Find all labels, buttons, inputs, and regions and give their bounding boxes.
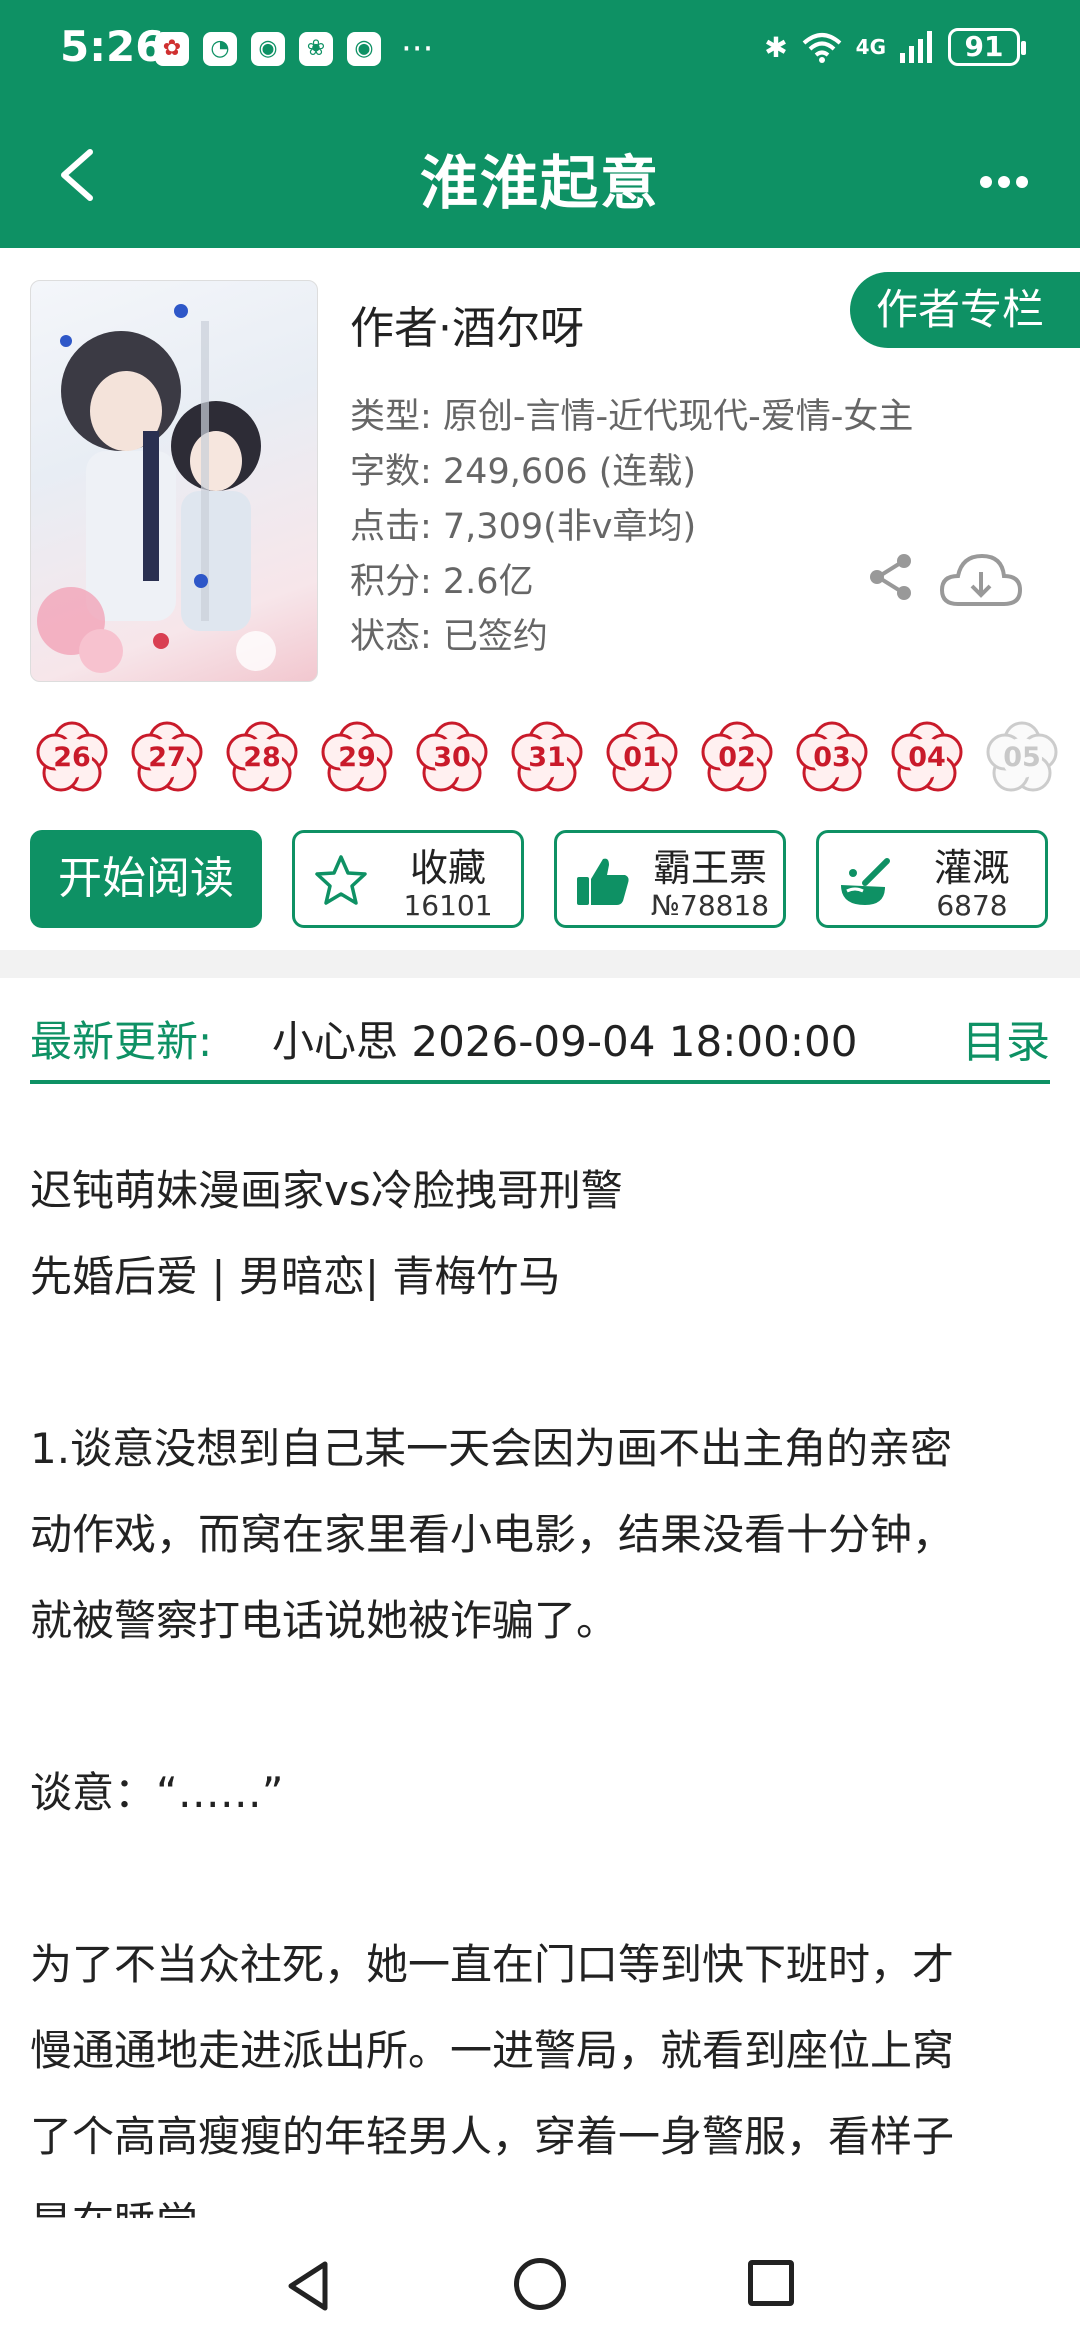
description-line [30, 1664, 1050, 1750]
update-calendar: 26 27 28 29 30 31 01 02 03 04 05 [34, 720, 1060, 796]
page-title: 淮淮起意 [419, 149, 660, 217]
action-row: 开始阅读 收藏 16101 霸王票 №78818 灌溉 6878 [30, 830, 1050, 930]
author-name[interactable]: 作者·酒尔呀 [350, 292, 584, 356]
system-nav-bar [0, 2218, 1080, 2340]
more-menu-button[interactable] [978, 150, 1030, 201]
update-day-upcoming: 05 [984, 720, 1060, 796]
table-of-contents-button[interactable]: 目录 [962, 1006, 1050, 1070]
share-icon [870, 554, 911, 600]
description-line [30, 1320, 1050, 1406]
description-line: 迟钝萌妹漫画家vs冷脸拽哥刑警 [30, 1166, 623, 1215]
signal-icon [900, 31, 932, 63]
book-info-card: 作者·酒尔呀 作者专栏 类型: 原创-言情-近代现代-爱情-女主 字数: 249… [0, 250, 1080, 950]
status-time: 5:26 [60, 22, 165, 71]
thumbs-up-icon [577, 858, 629, 905]
update-day: 03 [794, 720, 870, 796]
wifi-icon [802, 33, 841, 63]
status-bar: 5:26 ✿ ◔ ◉ ❀ ◉ ··· ✱ 4G 91 [0, 0, 1080, 100]
cloud-download-icon [939, 553, 1023, 606]
description-line: 1.谈意没想到自己某一天会因为画不出主角的亲密 [30, 1424, 953, 1473]
description-line: 先婚后爱 | 男暗恋| 青梅竹马 [30, 1252, 561, 1301]
favorite-label: 收藏 [409, 846, 486, 890]
author-column-button[interactable]: 作者专栏 [850, 272, 1080, 348]
nutrient-button[interactable]: 灌溉 6878 [816, 830, 1048, 928]
latest-chapter-link[interactable]: 小心思 2026-09-04 18:00:00 [272, 1008, 882, 1069]
book-cover[interactable] [30, 280, 318, 682]
latest-update-bar: 最新更新: 小心思 2026-09-04 18:00:00 目录 [0, 978, 1080, 1110]
update-day: 04 [889, 720, 965, 796]
network-type: 4G [855, 35, 886, 59]
download-button[interactable] [938, 548, 1024, 612]
star-icon [315, 855, 367, 905]
update-day: 30 [414, 720, 490, 796]
description-line: 就被警察打电话说她被诈骗了。 [30, 1596, 619, 1645]
meta-type: 类型: 原创-言情-近代现代-爱情-女主 [350, 397, 914, 437]
nav-home-button[interactable] [514, 2258, 566, 2310]
meta-points: 积分: 2.6亿 [350, 562, 534, 602]
more-notifications-icon: ··· [401, 29, 434, 69]
update-day: 27 [129, 720, 205, 796]
tickets-label: 霸王票 [652, 846, 767, 890]
tickets-count: №78818 [650, 889, 770, 922]
update-day: 26 [34, 720, 110, 796]
huawei-app-icon: ✿ [155, 32, 189, 66]
section-divider [0, 950, 1080, 978]
share-button[interactable] [866, 552, 916, 602]
wechat-icon: ◔ [203, 32, 237, 66]
nutrient-count: 6878 [936, 889, 1008, 922]
description-line: 为了不当众社死，她一直在门口等到快下班时，才 [30, 1940, 955, 1989]
book-description: 迟钝萌妹漫画家vs冷脸拽哥刑警 先婚后爱 | 男暗恋| 青梅竹马 1.谈意没想到… [30, 1148, 1050, 2218]
book-meta: 类型: 原创-言情-近代现代-爱情-女主 字数: 249,606 (连载) 点击… [350, 390, 913, 665]
title-bar: 淮淮起意 [0, 100, 1080, 248]
browser-icon: ◉ [251, 32, 285, 66]
description-line: 谈意：“……” [30, 1768, 284, 1817]
meta-status: 状态: 已签约 [350, 617, 548, 657]
description-line: 了个高高瘦瘦的年轻男人，穿着一身警服，看样子 [30, 2112, 955, 2161]
cover-illustration [37, 304, 276, 673]
update-day: 28 [224, 720, 300, 796]
bluetooth-icon: ✱ [764, 30, 788, 64]
nav-back-button[interactable] [285, 2260, 333, 2312]
browser-icon-2: ◉ [347, 32, 381, 66]
status-right: ✱ 4G 91 [764, 28, 1026, 66]
more-dots-icon [980, 176, 1028, 188]
description-line: 动作戏，而窝在家里看小电影，结果没看十分钟， [30, 1510, 955, 1559]
favorite-count: 16101 [403, 889, 493, 922]
favorite-button[interactable]: 收藏 16101 [292, 830, 524, 928]
nav-recents-button[interactable] [748, 2260, 794, 2306]
description-line: 是在睡觉 [30, 2180, 1050, 2218]
latest-update-label: 最新更新: [30, 1017, 213, 1066]
description-line [30, 1836, 1050, 1922]
update-day: 31 [509, 720, 585, 796]
start-reading-button[interactable]: 开始阅读 [30, 830, 262, 928]
watering-icon [841, 858, 890, 905]
baidu-icon: ❀ [299, 32, 333, 66]
notification-icons: ✿ ◔ ◉ ❀ ◉ ··· [155, 32, 433, 66]
update-day: 29 [319, 720, 395, 796]
update-day: 02 [699, 720, 775, 796]
description-line: 慢通通地走进派出所。一进警局，就看到座位上窝 [30, 2026, 955, 2075]
meta-clicks: 点击: 7,309(非v章均) [350, 507, 697, 547]
meta-words: 字数: 249,606 (连载) [350, 452, 697, 492]
nutrient-label: 灌溉 [933, 846, 1010, 890]
underline-divider [30, 1080, 1050, 1084]
battery-indicator: 91 [948, 28, 1026, 66]
update-day: 01 [604, 720, 680, 796]
tickets-button[interactable]: 霸王票 №78818 [554, 830, 786, 928]
